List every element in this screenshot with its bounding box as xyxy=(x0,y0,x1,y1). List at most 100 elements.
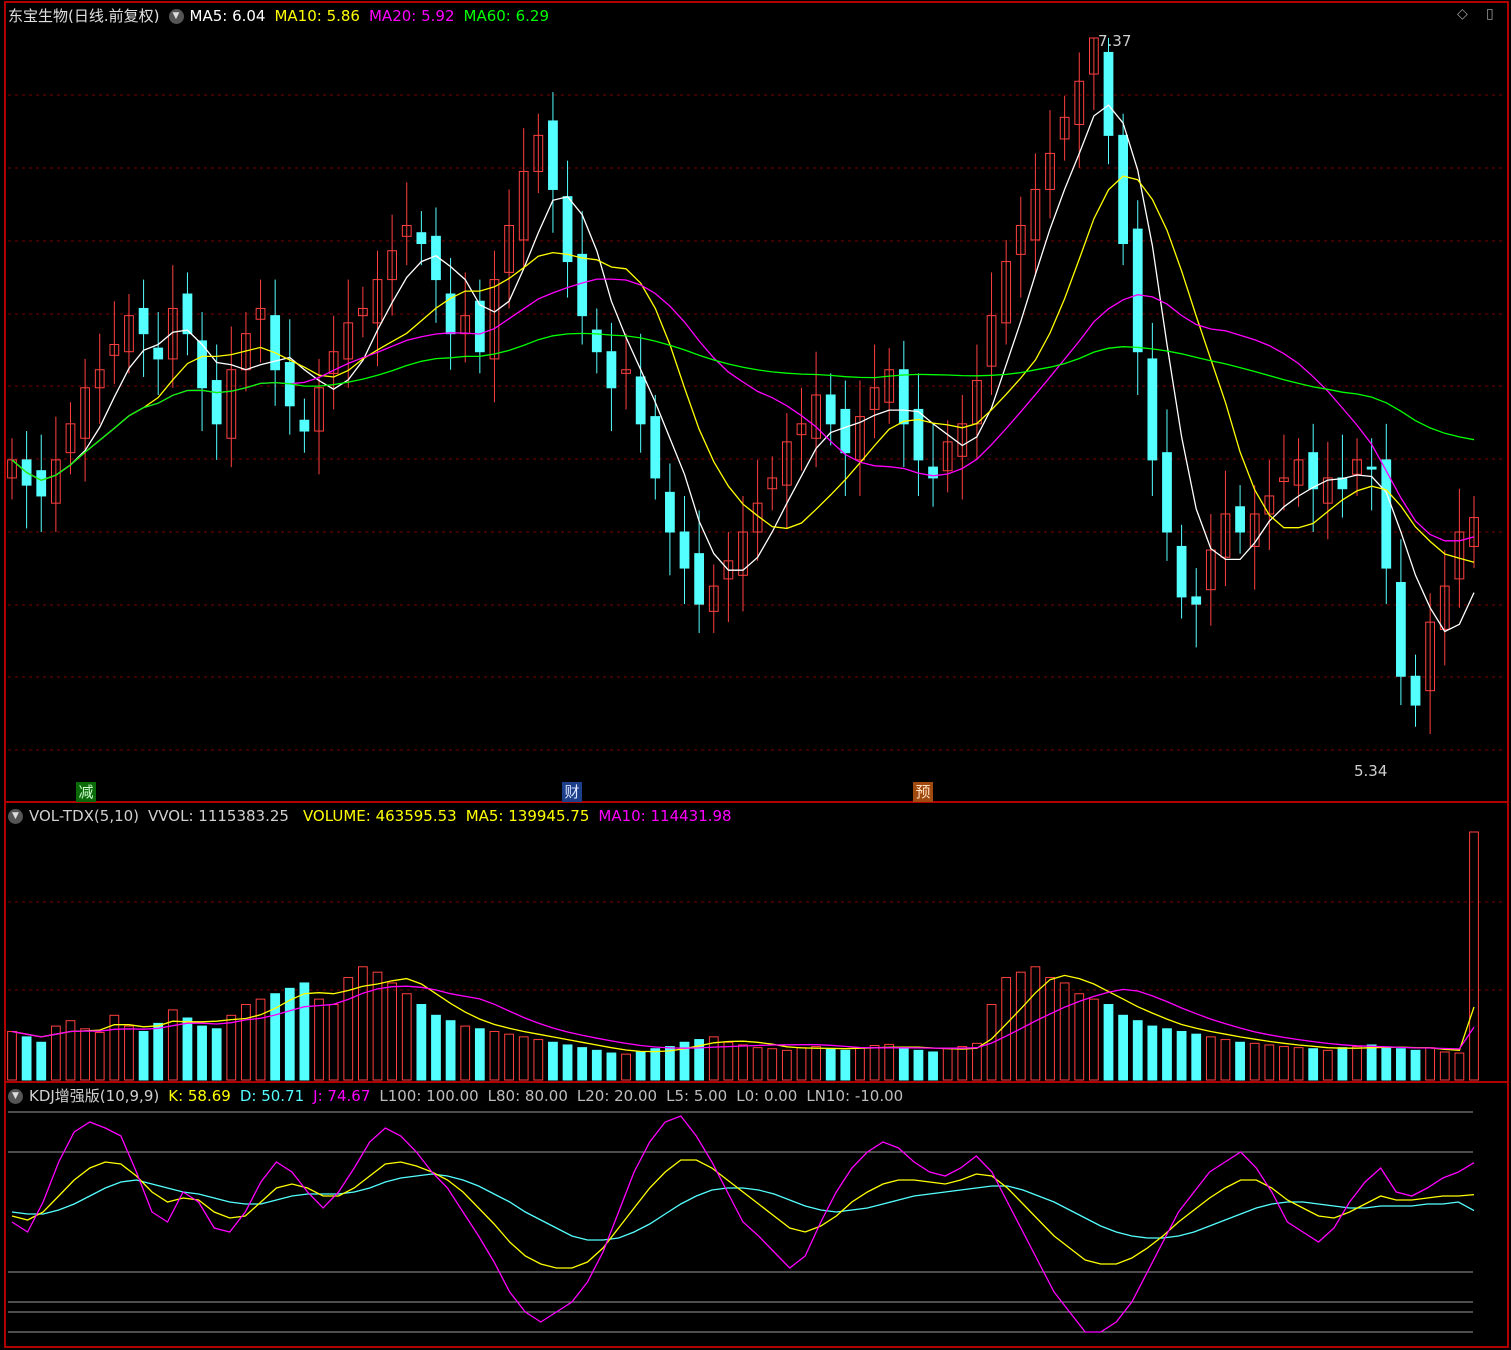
volume-bar xyxy=(898,1047,909,1081)
volume-bar xyxy=(1337,1047,1348,1081)
kdj-j-line xyxy=(11,1115,1475,1333)
candle-body xyxy=(650,416,661,479)
kdj-d-value: D: 50.71 xyxy=(239,1087,305,1105)
volume-bar xyxy=(1059,982,1070,1081)
volume-bar xyxy=(489,1030,500,1081)
kdj-toggle-icon[interactable]: ▼ xyxy=(8,1088,23,1104)
chart-frame xyxy=(4,1,1509,1348)
volume-bar xyxy=(635,1051,646,1081)
volume-bar xyxy=(1264,1044,1275,1081)
volume-bar xyxy=(21,1036,32,1081)
diamond-icon[interactable]: ◇ xyxy=(1457,6,1468,22)
candle-body xyxy=(679,531,690,569)
volume-bar xyxy=(1074,993,1085,1081)
volume-bar xyxy=(1030,966,1041,1081)
candle-body xyxy=(606,351,617,389)
volume-bar xyxy=(401,993,412,1081)
vol-ma5-value: MA5: 139945.75 xyxy=(465,807,590,825)
restore-window-icon[interactable]: ▯ xyxy=(1486,6,1494,22)
volume-bar xyxy=(840,1049,851,1081)
volume-bar xyxy=(1147,1025,1158,1081)
ma10-value: MA10: 5.86 xyxy=(274,7,360,25)
volume-bar xyxy=(1425,1047,1436,1081)
candle-body xyxy=(153,347,164,360)
kdj-l20-value: L20: 20.00 xyxy=(576,1087,658,1105)
kdj-j-value: J: 74.67 xyxy=(313,1087,371,1105)
candle-body xyxy=(694,553,705,605)
volume-bar xyxy=(1205,1036,1216,1081)
candle-body xyxy=(1191,596,1202,605)
volume-bar xyxy=(767,1048,778,1081)
volume-bar xyxy=(328,1004,339,1081)
volume-bar xyxy=(1410,1049,1421,1081)
low-price-label: 5.34 xyxy=(1354,762,1388,780)
volume-bar xyxy=(577,1047,588,1081)
volume-bar xyxy=(928,1051,938,1081)
volume-bar xyxy=(942,1048,953,1081)
forecast-marker[interactable]: 预 xyxy=(913,782,933,802)
volume-bar xyxy=(1439,1051,1450,1081)
volume-bar xyxy=(226,1014,237,1081)
volume-indicator-name[interactable]: VOL-TDX(5,10) xyxy=(29,806,139,826)
stock-chart-canvas[interactable] xyxy=(0,0,1511,1350)
candle-body xyxy=(1235,506,1245,533)
volume-bar xyxy=(884,1043,895,1081)
candle-body xyxy=(665,491,675,533)
volume-toggle-icon[interactable]: ▼ xyxy=(8,808,23,824)
volume-bar xyxy=(167,1009,178,1081)
volume-bar xyxy=(1001,977,1012,1081)
volume-bar xyxy=(1454,1052,1465,1081)
candle-body xyxy=(1396,581,1406,677)
volume-bar xyxy=(650,1048,661,1081)
kdj-indicator-name[interactable]: KDJ增强版(10,9,9) xyxy=(29,1086,159,1106)
candle-body xyxy=(36,470,47,497)
volume-bar xyxy=(1045,977,1055,1081)
volume-bar xyxy=(1308,1048,1319,1081)
candle-body xyxy=(840,408,851,454)
volume-bar xyxy=(1103,1004,1114,1081)
volume-value: VOLUME: 463595.53 xyxy=(302,807,457,825)
volume-bar xyxy=(738,1044,748,1081)
volume-bar xyxy=(1118,1014,1129,1081)
volume-bar xyxy=(1279,1046,1289,1081)
kdj-ln10-value: LN10: -10.00 xyxy=(806,1087,904,1105)
candle-body xyxy=(898,369,909,425)
candle-body xyxy=(577,253,588,317)
volume-bar xyxy=(65,1020,76,1081)
volume-bar xyxy=(1249,1042,1260,1081)
volume-bar xyxy=(1220,1039,1231,1081)
volume-bar xyxy=(504,1033,514,1081)
volume-bar xyxy=(752,1047,763,1081)
candle-body xyxy=(1410,675,1421,706)
candle-body xyxy=(562,196,573,263)
volume-bar xyxy=(811,1046,821,1081)
volume-bar xyxy=(562,1044,573,1081)
candle-body xyxy=(138,307,149,335)
volume-bar xyxy=(138,1030,149,1081)
candle-body xyxy=(913,408,924,461)
candle-body xyxy=(825,394,836,425)
volume-bar xyxy=(1352,1046,1362,1081)
volume-bar xyxy=(796,1047,807,1081)
volume-bar xyxy=(533,1039,544,1081)
volume-bar xyxy=(825,1048,836,1081)
settings-toggle-icon[interactable]: ▼ xyxy=(168,8,184,24)
ma20-value: MA20: 5.92 xyxy=(368,7,455,25)
candle-body xyxy=(1176,545,1187,598)
volume-bar xyxy=(1381,1047,1392,1081)
volume-bar xyxy=(197,1025,207,1081)
candle-body xyxy=(1118,134,1129,245)
volume-legend: ▼ VOL-TDX(5,10) VVOL: 1115383.25 VOLUME:… xyxy=(8,806,741,826)
candle-body xyxy=(1147,358,1158,461)
stock-name[interactable]: 东宝生物 xyxy=(8,6,68,26)
chart-mode[interactable]: (日线.前复权) xyxy=(68,6,159,26)
volume-bar xyxy=(299,982,310,1081)
candle-body xyxy=(1162,452,1172,533)
volume-bar xyxy=(723,1041,734,1081)
volume-bar xyxy=(94,1032,105,1081)
kdj-l100-value: L100: 100.00 xyxy=(379,1087,479,1105)
candle-body xyxy=(635,376,646,425)
financial-report-marker[interactable]: 财 xyxy=(562,782,582,802)
volume-bar xyxy=(1469,831,1479,1081)
reduce-holding-marker[interactable]: 减 xyxy=(76,782,96,802)
